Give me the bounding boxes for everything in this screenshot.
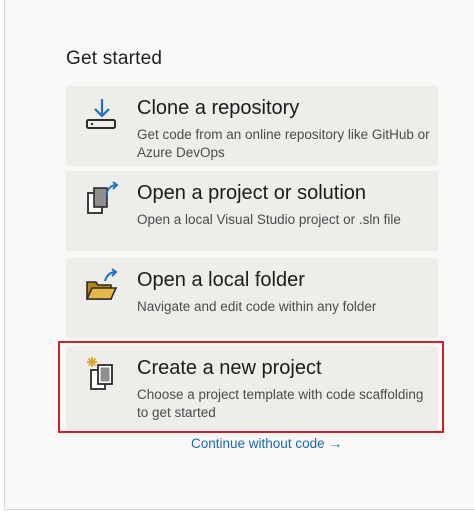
- open-project-icon: [87, 181, 119, 214]
- new-project-icon: [87, 357, 113, 390]
- card-title: Clone a repository: [137, 97, 300, 119]
- clone-repository-button[interactable]: Clone a repository Get code from an onli…: [66, 86, 438, 166]
- card-description: Choose a project template with code scaf…: [137, 387, 424, 420]
- page-title: Get started: [66, 48, 163, 69]
- continue-link-label: Continue without code: [191, 436, 325, 451]
- card-title: Create a new project: [137, 357, 322, 379]
- create-new-project-button[interactable]: Create a new project Choose a project te…: [66, 346, 438, 430]
- card-title: Open a project or solution: [137, 182, 367, 204]
- card-description: Get code from an online repository like …: [137, 127, 430, 160]
- arrow-right-icon: →: [328, 436, 343, 451]
- card-title: Open a local folder: [137, 269, 305, 291]
- clone-download-icon: [86, 99, 116, 129]
- open-folder-icon: [85, 268, 118, 300]
- open-folder-button[interactable]: Open a local folder Navigate and edit co…: [66, 258, 438, 338]
- start-window: Get started Clone a repository Get code …: [4, 0, 474, 510]
- open-project-button[interactable]: Open a project or solution Open a local …: [66, 171, 438, 251]
- continue-without-code-link[interactable]: Continue without code →: [191, 436, 342, 451]
- card-description: Navigate and edit code within any folder: [137, 299, 377, 314]
- card-description: Open a local Visual Studio project or .s…: [137, 212, 401, 227]
